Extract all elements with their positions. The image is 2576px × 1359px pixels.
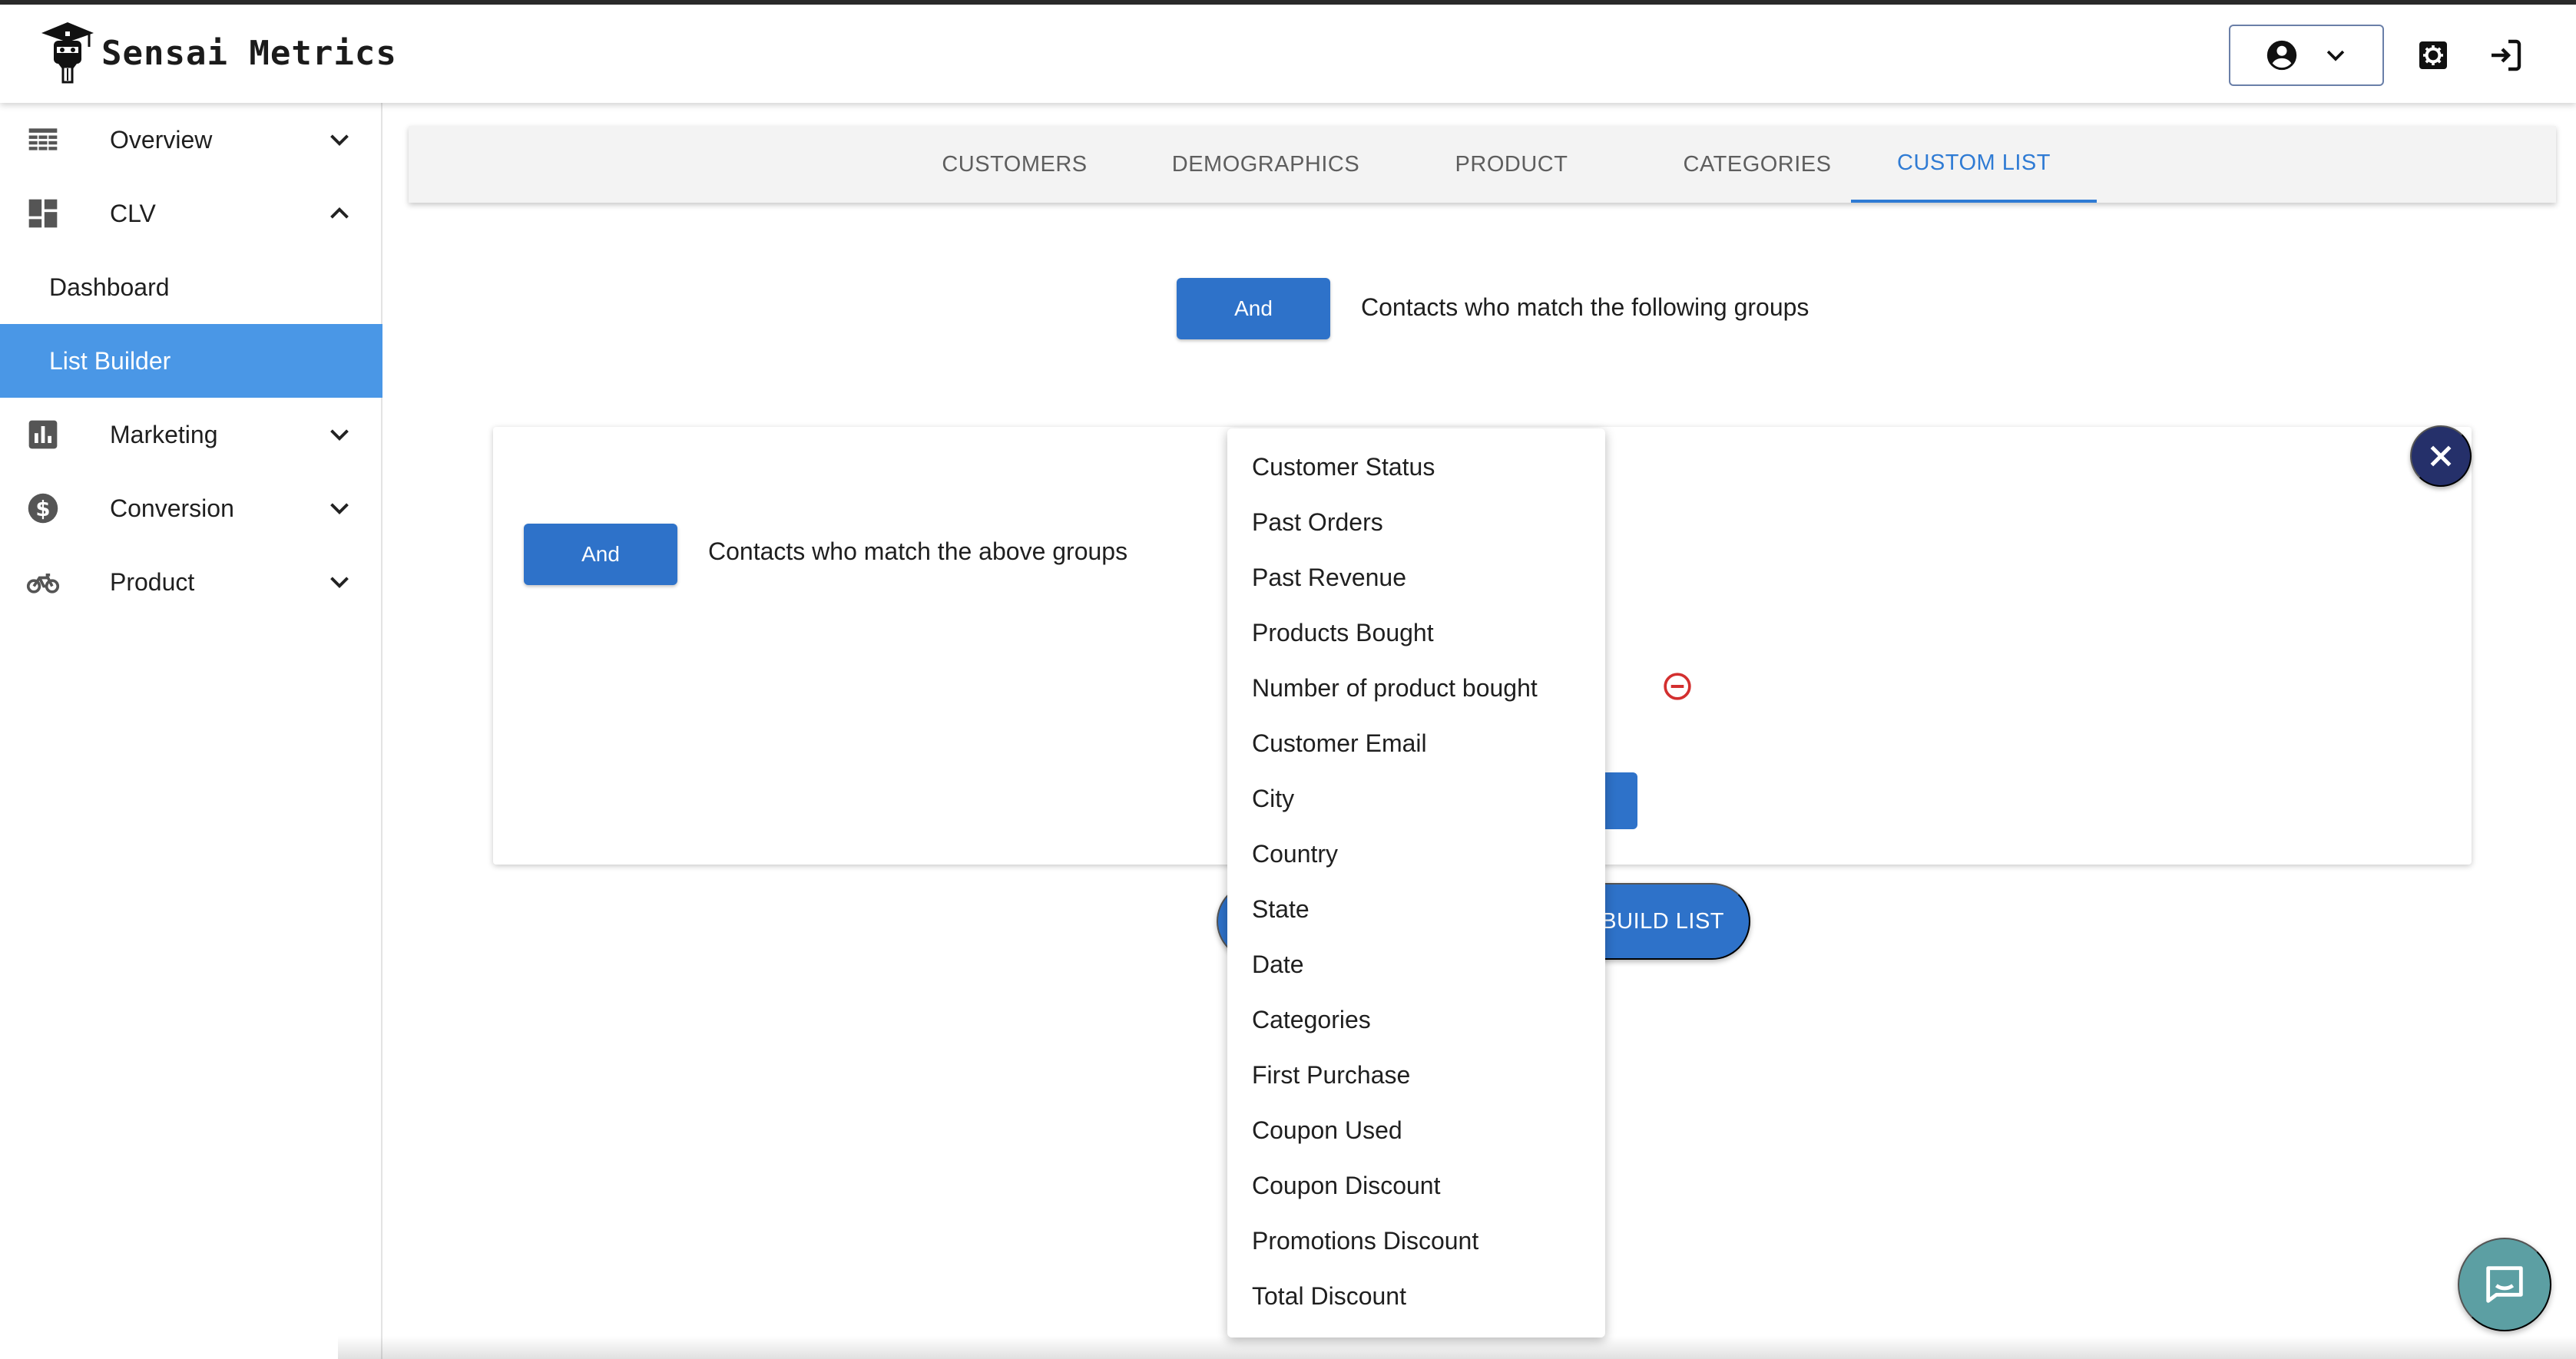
account-circle-icon: [2266, 40, 2297, 71]
brand[interactable]: Sensai Metrics: [40, 18, 397, 88]
sidebar-item-overview[interactable]: Overview: [0, 103, 382, 177]
tab-demographics[interactable]: DEMOGRAPHICS: [1143, 126, 1389, 203]
sidebar-item-conversion[interactable]: $ Conversion: [0, 471, 382, 545]
dollar-icon: $: [28, 493, 58, 524]
sidebar-item-dashboard[interactable]: Dashboard: [0, 250, 382, 324]
bottom-shadow: [338, 1336, 2576, 1359]
menu-item[interactable]: Categories: [1227, 992, 1605, 1047]
chevron-down-icon: [2326, 50, 2345, 61]
svg-text:$: $: [35, 497, 50, 521]
brand-name: Sensai Metrics: [101, 33, 397, 73]
sidebar-item-label: Dashboard: [49, 273, 170, 301]
menu-item[interactable]: Customer Status: [1227, 439, 1605, 494]
menu-item[interactable]: Total Discount: [1227, 1268, 1605, 1324]
menu-item[interactable]: State: [1227, 881, 1605, 937]
table-icon: [28, 128, 58, 150]
menu-item[interactable]: Products Bought: [1227, 605, 1605, 660]
chat-launcher-button[interactable]: [2458, 1238, 2551, 1331]
menu-item[interactable]: First Purchase: [1227, 1047, 1605, 1103]
app-bar: Sensai Metrics: [0, 5, 2576, 103]
sidebar: Overview CLV Dashboard List Builder Mark…: [0, 103, 382, 1359]
top-group-operator-button[interactable]: And: [1177, 278, 1330, 339]
sidebar-item-label: Marketing: [110, 420, 218, 448]
chevron-down-icon: [330, 429, 349, 441]
tab-bar: CUSTOMERS DEMOGRAPHICS PRODUCT CATEGORIE…: [409, 126, 2556, 203]
menu-item[interactable]: City: [1227, 771, 1605, 826]
chevron-down-icon: [330, 134, 349, 147]
menu-item[interactable]: Coupon Used: [1227, 1103, 1605, 1158]
top-group-description: Contacts who match the following groups: [1361, 293, 1809, 321]
tab-customers[interactable]: CUSTOMERS: [886, 126, 1143, 203]
dashboard-icon: [28, 199, 58, 228]
sidebar-item-label: List Builder: [49, 346, 171, 375]
field-select-menu: Customer Status Past Orders Past Revenue…: [1227, 428, 1605, 1338]
menu-item[interactable]: Coupon Discount: [1227, 1158, 1605, 1213]
bar-chart-icon: [28, 420, 58, 449]
inner-group-operator-button[interactable]: And: [524, 524, 677, 585]
menu-item[interactable]: Past Revenue: [1227, 550, 1605, 605]
tab-categories[interactable]: CATEGORIES: [1634, 126, 1880, 203]
chevron-down-icon: [330, 577, 349, 589]
menu-item[interactable]: Date: [1227, 937, 1605, 992]
sidebar-item-clv[interactable]: CLV: [0, 177, 382, 250]
tab-custom-list[interactable]: CUSTOM LIST: [1851, 126, 2097, 203]
sidebar-item-marketing[interactable]: Marketing: [0, 398, 382, 471]
menu-item[interactable]: Customer Email: [1227, 716, 1605, 771]
inner-group-description: Contacts who match the above groups: [708, 537, 1128, 565]
logout-icon[interactable]: [2487, 37, 2524, 74]
chat-icon: [2486, 1266, 2523, 1303]
bike-icon: [26, 574, 60, 594]
menu-item[interactable]: Number of product bought: [1227, 660, 1605, 716]
sidebar-item-list-builder[interactable]: List Builder: [0, 324, 382, 398]
menu-item[interactable]: Promotions Discount: [1227, 1213, 1605, 1268]
account-menu-button[interactable]: [2229, 25, 2384, 86]
sidebar-item-label: Conversion: [110, 494, 234, 522]
menu-item[interactable]: Past Orders: [1227, 494, 1605, 550]
sidebar-item-product[interactable]: Product: [0, 545, 382, 619]
remove-condition-icon[interactable]: [1662, 671, 1693, 702]
settings-icon[interactable]: [2415, 37, 2452, 74]
chevron-up-icon: [330, 207, 349, 219]
sidebar-item-label: Overview: [110, 125, 213, 154]
close-icon: [2430, 445, 2452, 467]
logo-icon: [41, 22, 94, 84]
chevron-down-icon: [330, 503, 349, 515]
sidebar-item-label: Product: [110, 567, 195, 596]
tab-product[interactable]: PRODUCT: [1389, 126, 1634, 203]
close-group-button[interactable]: [2410, 425, 2472, 487]
menu-item[interactable]: Country: [1227, 826, 1605, 881]
sidebar-item-label: CLV: [110, 199, 156, 227]
